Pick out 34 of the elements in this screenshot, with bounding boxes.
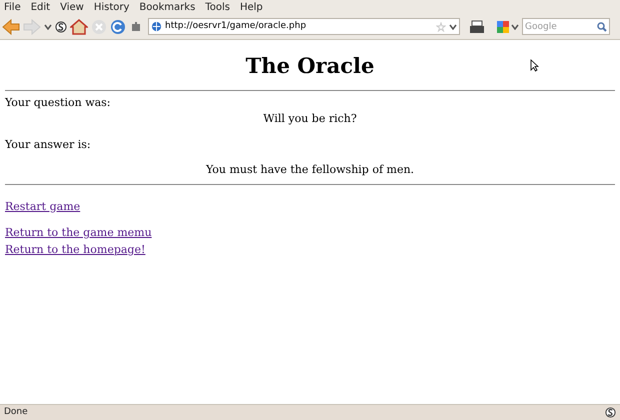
menu-item[interactable]: File (4, 0, 21, 14)
question-text: Will you be rich? (262, 111, 358, 127)
question-label: Your question was: (5, 94, 112, 110)
reload-icon[interactable] (110, 18, 126, 34)
mouse-cursor-icon (530, 59, 539, 72)
menu-item[interactable]: View (60, 0, 84, 14)
answer-text: You must have the fellowship of men. (204, 162, 416, 178)
menu-item[interactable]: Tools (205, 0, 230, 14)
menu-item[interactable]: Edit (30, 0, 50, 14)
caret-icon[interactable] (449, 24, 457, 30)
menu-item[interactable]: History (94, 0, 130, 14)
globe-icon (151, 21, 162, 32)
menu-item[interactable]: Help (240, 0, 263, 14)
search-field[interactable]: Google (522, 18, 610, 35)
page-link[interactable]: Return to the homepage! (5, 242, 146, 258)
answer-label: Your answer is: (5, 136, 92, 152)
page-link[interactable]: Return to the game memu (5, 225, 152, 242)
url-text: http://oesrvr1/game/oracle.php (165, 20, 308, 33)
caret-icon[interactable] (511, 24, 519, 30)
caret-icon[interactable] (44, 24, 52, 30)
menu-item[interactable]: Bookmarks (139, 0, 196, 14)
printer-icon[interactable] (469, 20, 485, 34)
search-icon[interactable] (597, 22, 607, 32)
puzzle-icon[interactable] (129, 20, 143, 34)
home-icon[interactable] (70, 18, 88, 34)
grid-icon[interactable] (496, 20, 510, 34)
address-field[interactable]: http://oesrvr1/game/oracle.php (148, 18, 460, 35)
status-text: Done (4, 406, 28, 419)
back-icon[interactable] (2, 18, 20, 34)
plugin-icon[interactable] (55, 20, 67, 32)
page-title: The Oracle (246, 52, 374, 80)
plugin-icon (605, 407, 616, 418)
star-icon[interactable] (436, 22, 446, 32)
page-link[interactable]: Restart game (5, 198, 80, 215)
